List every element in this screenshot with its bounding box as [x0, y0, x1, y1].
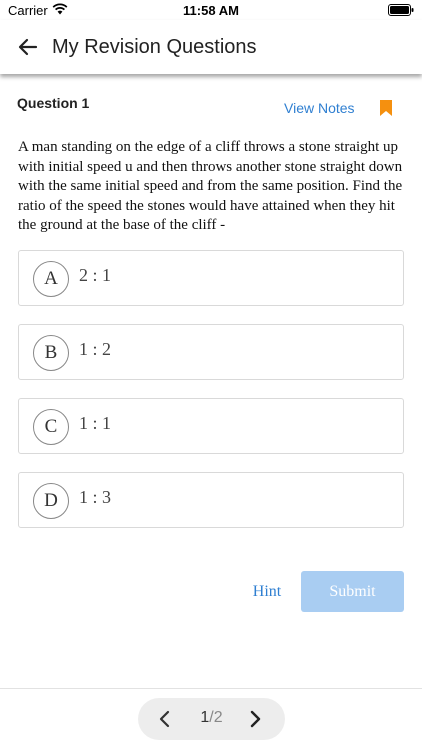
option-letter-badge: B [33, 335, 69, 371]
arrow-left-icon[interactable] [16, 35, 40, 59]
total-pages: /2 [209, 709, 223, 726]
page-title: My Revision Questions [52, 36, 257, 58]
option-letter-badge: C [33, 409, 69, 445]
bookmark-icon[interactable] [380, 100, 392, 116]
status-time: 11:58 AM [183, 3, 239, 18]
option-text: 1 : 2 [79, 339, 112, 359]
option-letter-badge: A [33, 261, 69, 297]
status-bar: Carrier 11:58 AM [0, 0, 422, 20]
option-text: 1 : 3 [79, 487, 112, 507]
current-page: 1 [200, 709, 210, 726]
option-text: 2 : 1 [79, 265, 112, 285]
chevron-right-icon[interactable] [245, 709, 265, 729]
option-text: 1 : 1 [79, 413, 112, 433]
battery-icon [388, 4, 414, 16]
bottom-divider [0, 688, 422, 689]
question-text: A man standing on the edge of a cliff th… [18, 139, 403, 234]
option-c[interactable]: C 1 : 1 [18, 398, 404, 454]
option-letter-badge: D [33, 483, 69, 519]
option-b[interactable]: B 1 : 2 [18, 324, 404, 380]
submit-button[interactable]: Submit [301, 571, 404, 612]
option-a[interactable]: A 2 : 1 [18, 250, 404, 306]
option-d[interactable]: D 1 : 3 [18, 472, 404, 528]
question-number: Question 1 [17, 95, 90, 111]
hint-button[interactable]: Hint [240, 574, 294, 610]
view-notes-link[interactable]: View Notes [284, 100, 355, 116]
pagination-bar: 1/2 [138, 698, 285, 740]
app-bar: My Revision Questions [0, 20, 422, 74]
